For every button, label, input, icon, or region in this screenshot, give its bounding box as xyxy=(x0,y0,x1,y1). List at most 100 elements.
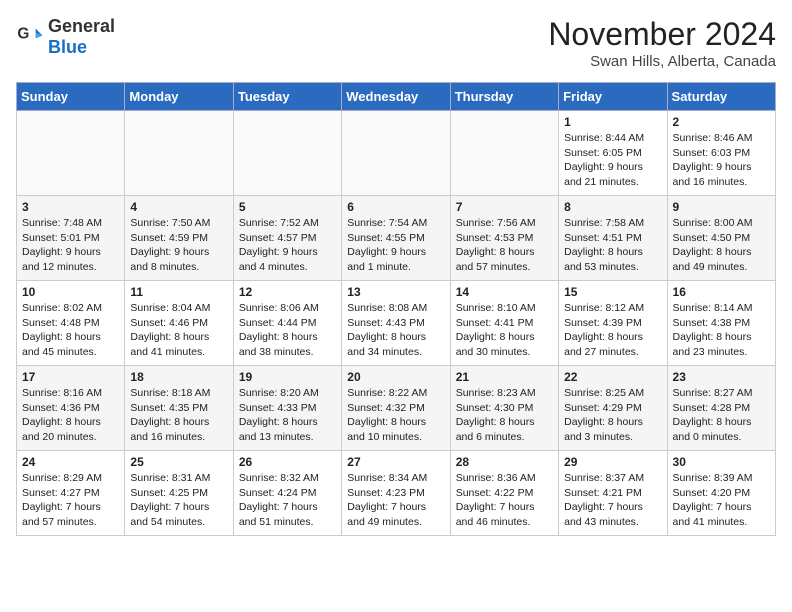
day-info: Sunrise: 7:58 AM Sunset: 4:51 PM Dayligh… xyxy=(564,216,661,275)
day-info: Sunrise: 7:50 AM Sunset: 4:59 PM Dayligh… xyxy=(130,216,227,275)
page-header: G General Blue November 2024 Swan Hills,… xyxy=(16,16,776,70)
day-info: Sunrise: 8:25 AM Sunset: 4:29 PM Dayligh… xyxy=(564,386,661,445)
calendar-cell: 16Sunrise: 8:14 AM Sunset: 4:38 PM Dayli… xyxy=(667,281,775,366)
day-info: Sunrise: 8:16 AM Sunset: 4:36 PM Dayligh… xyxy=(22,386,119,445)
day-number: 25 xyxy=(130,455,227,469)
day-info: Sunrise: 7:48 AM Sunset: 5:01 PM Dayligh… xyxy=(22,216,119,275)
day-info: Sunrise: 8:08 AM Sunset: 4:43 PM Dayligh… xyxy=(347,301,444,360)
calendar-cell: 22 Sunrise: 8:25 AM Sunset: 4:29 PM Dayli… xyxy=(559,366,667,451)
calendar-cell xyxy=(17,111,125,196)
day-info: Sunrise: 8:39 AM Sunset: 4:20 PM Dayligh… xyxy=(673,471,770,530)
day-info: Sunrise: 8:20 AM Sunset: 4:33 PM Dayligh… xyxy=(239,386,336,445)
day-info: Sunrise: 8:37 AM Sunset: 4:21 PM Dayligh… xyxy=(564,471,661,530)
day-number: 27 xyxy=(347,455,444,469)
day-number: 8 xyxy=(564,200,661,214)
day-header-saturday: Saturday xyxy=(667,83,775,111)
day-info: Sunrise: 8:00 AM Sunset: 4:50 PM Dayligh… xyxy=(673,216,770,275)
calendar-cell: 11 Sunrise: 8:04 AM Sunset: 4:46 PM Dayli… xyxy=(125,281,233,366)
day-header-wednesday: Wednesday xyxy=(342,83,450,111)
calendar-cell: 15 Sunrise: 8:12 AM Sunset: 4:39 PM Dayli… xyxy=(559,281,667,366)
day-number: 20 xyxy=(347,370,444,384)
day-info: Sunrise: 8:29 AM Sunset: 4:27 PM Dayligh… xyxy=(22,471,119,530)
day-number: 6 xyxy=(347,200,444,214)
day-info: Sunrise: 8:12 AM Sunset: 4:39 PM Dayligh… xyxy=(564,301,661,360)
calendar-cell: 27 Sunrise: 8:34 AM Sunset: 4:23 PM Dayli… xyxy=(342,451,450,536)
day-number: 14 xyxy=(456,285,553,299)
calendar-cell: 10Sunrise: 8:02 AM Sunset: 4:48 PM Dayli… xyxy=(17,281,125,366)
day-number: 10 xyxy=(22,285,119,299)
calendar-cell: 30Sunrise: 8:39 AM Sunset: 4:20 PM Dayli… xyxy=(667,451,775,536)
day-info: Sunrise: 8:18 AM Sunset: 4:35 PM Dayligh… xyxy=(130,386,227,445)
calendar-cell: 5 Sunrise: 7:52 AM Sunset: 4:57 PM Daylig… xyxy=(233,196,341,281)
calendar-cell: 17 Sunrise: 8:16 AM Sunset: 4:36 PM Dayli… xyxy=(17,366,125,451)
day-header-thursday: Thursday xyxy=(450,83,558,111)
day-number: 3 xyxy=(22,200,119,214)
day-number: 24 xyxy=(22,455,119,469)
svg-text:G: G xyxy=(17,25,29,42)
calendar-cell: 20 Sunrise: 8:22 AM Sunset: 4:32 PM Dayli… xyxy=(342,366,450,451)
week-row-5: 24 Sunrise: 8:29 AM Sunset: 4:27 PM Dayli… xyxy=(17,451,776,536)
calendar-cell: 1Sunrise: 8:44 AM Sunset: 6:05 PM Daylig… xyxy=(559,111,667,196)
day-header-monday: Monday xyxy=(125,83,233,111)
day-info: Sunrise: 8:23 AM Sunset: 4:30 PM Dayligh… xyxy=(456,386,553,445)
calendar-cell: 23 Sunrise: 8:27 AM Sunset: 4:28 PM Dayli… xyxy=(667,366,775,451)
day-info: Sunrise: 8:27 AM Sunset: 4:28 PM Dayligh… xyxy=(673,386,770,445)
month-year-title: November 2024 xyxy=(548,16,776,53)
logo-general: General xyxy=(48,16,115,36)
week-row-4: 17 Sunrise: 8:16 AM Sunset: 4:36 PM Dayli… xyxy=(17,366,776,451)
calendar-table: SundayMondayTuesdayWednesdayThursdayFrid… xyxy=(16,82,776,536)
day-info: Sunrise: 7:52 AM Sunset: 4:57 PM Dayligh… xyxy=(239,216,336,275)
day-number: 7 xyxy=(456,200,553,214)
day-number: 18 xyxy=(130,370,227,384)
calendar-cell: 4 Sunrise: 7:50 AM Sunset: 4:59 PM Daylig… xyxy=(125,196,233,281)
day-info: Sunrise: 8:10 AM Sunset: 4:41 PM Dayligh… xyxy=(456,301,553,360)
calendar-cell xyxy=(125,111,233,196)
calendar-cell: 2 Sunrise: 8:46 AM Sunset: 6:03 PM Daylig… xyxy=(667,111,775,196)
day-info: Sunrise: 8:46 AM Sunset: 6:03 PM Dayligh… xyxy=(673,131,770,190)
day-info: Sunrise: 7:56 AM Sunset: 4:53 PM Dayligh… xyxy=(456,216,553,275)
calendar-cell: 29 Sunrise: 8:37 AM Sunset: 4:21 PM Dayli… xyxy=(559,451,667,536)
day-header-tuesday: Tuesday xyxy=(233,83,341,111)
day-info: Sunrise: 8:22 AM Sunset: 4:32 PM Dayligh… xyxy=(347,386,444,445)
calendar-cell: 14 Sunrise: 8:10 AM Sunset: 4:41 PM Dayli… xyxy=(450,281,558,366)
calendar-cell xyxy=(450,111,558,196)
day-info: Sunrise: 8:31 AM Sunset: 4:25 PM Dayligh… xyxy=(130,471,227,530)
calendar-cell xyxy=(233,111,341,196)
calendar-cell: 7 Sunrise: 7:56 AM Sunset: 4:53 PM Daylig… xyxy=(450,196,558,281)
day-info: Sunrise: 8:06 AM Sunset: 4:44 PM Dayligh… xyxy=(239,301,336,360)
logo-wordmark: General Blue xyxy=(48,16,115,58)
day-number: 29 xyxy=(564,455,661,469)
day-number: 4 xyxy=(130,200,227,214)
day-number: 28 xyxy=(456,455,553,469)
day-number: 11 xyxy=(130,285,227,299)
day-info: Sunrise: 7:54 AM Sunset: 4:55 PM Dayligh… xyxy=(347,216,444,275)
day-number: 13 xyxy=(347,285,444,299)
logo-blue: Blue xyxy=(48,37,87,57)
day-number: 12 xyxy=(239,285,336,299)
day-info: Sunrise: 8:04 AM Sunset: 4:46 PM Dayligh… xyxy=(130,301,227,360)
day-number: 17 xyxy=(22,370,119,384)
day-info: Sunrise: 8:34 AM Sunset: 4:23 PM Dayligh… xyxy=(347,471,444,530)
day-number: 2 xyxy=(673,115,770,129)
location-subtitle: Swan Hills, Alberta, Canada xyxy=(548,53,776,70)
calendar-cell: 12 Sunrise: 8:06 AM Sunset: 4:44 PM Dayli… xyxy=(233,281,341,366)
day-info: Sunrise: 8:14 AM Sunset: 4:38 PM Dayligh… xyxy=(673,301,770,360)
day-number: 5 xyxy=(239,200,336,214)
day-number: 22 xyxy=(564,370,661,384)
day-number: 21 xyxy=(456,370,553,384)
calendar-cell: 18 Sunrise: 8:18 AM Sunset: 4:35 PM Dayli… xyxy=(125,366,233,451)
day-info: Sunrise: 8:44 AM Sunset: 6:05 PM Dayligh… xyxy=(564,131,661,190)
calendar-cell: 8 Sunrise: 7:58 AM Sunset: 4:51 PM Daylig… xyxy=(559,196,667,281)
week-row-3: 10Sunrise: 8:02 AM Sunset: 4:48 PM Dayli… xyxy=(17,281,776,366)
calendar-cell: 26Sunrise: 8:32 AM Sunset: 4:24 PM Dayli… xyxy=(233,451,341,536)
day-header-sunday: Sunday xyxy=(17,83,125,111)
day-number: 23 xyxy=(673,370,770,384)
calendar-cell: 19Sunrise: 8:20 AM Sunset: 4:33 PM Dayli… xyxy=(233,366,341,451)
calendar-cell: 25 Sunrise: 8:31 AM Sunset: 4:25 PM Dayli… xyxy=(125,451,233,536)
calendar-header-row: SundayMondayTuesdayWednesdayThursdayFrid… xyxy=(17,83,776,111)
day-number: 15 xyxy=(564,285,661,299)
calendar-cell: 9Sunrise: 8:00 AM Sunset: 4:50 PM Daylig… xyxy=(667,196,775,281)
calendar-cell xyxy=(342,111,450,196)
day-header-friday: Friday xyxy=(559,83,667,111)
calendar-cell: 21 Sunrise: 8:23 AM Sunset: 4:30 PM Dayli… xyxy=(450,366,558,451)
